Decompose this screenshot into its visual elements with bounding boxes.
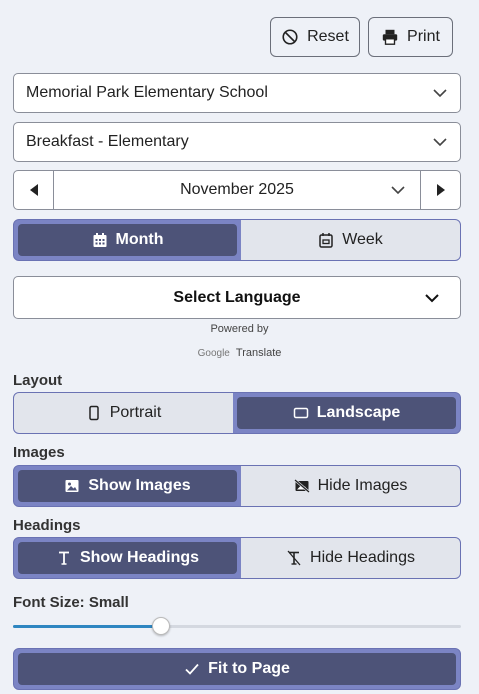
print-button[interactable]: Print <box>368 17 453 57</box>
fit-to-page-button[interactable]: Fit to Page <box>18 653 456 685</box>
chevron-down-icon <box>391 186 405 195</box>
reset-icon <box>282 29 298 45</box>
images-heading: Images <box>13 444 65 461</box>
layout-heading: Layout <box>13 372 63 389</box>
show-headings-label: Show Headings <box>79 549 200 566</box>
chevron-down-icon <box>433 89 447 98</box>
text-off-icon <box>287 550 301 566</box>
landscape-button[interactable]: Landscape <box>237 397 456 429</box>
chevron-down-icon <box>433 138 447 147</box>
fit-to-page-toggle: Fit to Page <box>13 648 461 690</box>
translate-text: Translate <box>235 347 282 359</box>
month-navigator: November 2025 <box>13 170 461 210</box>
font-size-label: Font Size: Small <box>13 594 129 611</box>
fit-to-page-label: Fit to Page <box>208 660 290 677</box>
layout-toggle: Portrait Landscape <box>13 392 461 434</box>
previous-month-button[interactable] <box>14 171 54 209</box>
menu-select-value: Breakfast - Elementary <box>26 133 189 150</box>
show-headings-button[interactable]: Show Headings <box>18 542 237 574</box>
headings-toggle: Show Headings Hide Headings <box>13 537 461 579</box>
hide-headings-button[interactable]: Hide Headings <box>241 538 460 578</box>
calendar-icon <box>93 233 106 247</box>
caret-right-icon <box>436 184 445 196</box>
reset-button[interactable]: Reset <box>270 17 360 57</box>
month-select[interactable]: November 2025 <box>54 171 420 209</box>
school-select[interactable]: Memorial Park Elementary School <box>13 73 461 113</box>
show-images-button[interactable]: Show Images <box>18 470 237 502</box>
powered-by-text: Powered by <box>210 323 269 335</box>
image-icon <box>65 480 79 492</box>
text-icon <box>58 551 69 565</box>
language-select[interactable]: Select Language <box>13 276 461 319</box>
next-month-button[interactable] <box>420 171 460 209</box>
portrait-icon <box>88 405 99 421</box>
month-view-label: Month <box>115 231 164 248</box>
font-size-slider[interactable] <box>13 617 461 635</box>
reset-label: Reset <box>307 28 349 45</box>
month-view-button[interactable]: Month <box>18 224 237 256</box>
hide-headings-label: Hide Headings <box>310 549 415 566</box>
hide-images-button[interactable]: Hide Images <box>241 466 460 506</box>
month-select-value: November 2025 <box>180 181 294 198</box>
landscape-label: Landscape <box>316 404 401 421</box>
check-icon <box>185 663 199 675</box>
printer-icon <box>382 29 398 45</box>
portrait-label: Portrait <box>109 404 162 421</box>
week-view-label: Week <box>342 231 383 248</box>
view-toggle: Month Week <box>13 219 461 261</box>
image-off-icon <box>293 479 310 493</box>
week-view-button[interactable]: Week <box>241 220 460 260</box>
headings-heading: Headings <box>13 517 81 534</box>
menu-select[interactable]: Breakfast - Elementary <box>13 122 461 162</box>
show-images-label: Show Images <box>88 477 191 494</box>
hide-images-label: Hide Images <box>317 477 408 494</box>
images-toggle: Show Images Hide Images <box>13 465 461 507</box>
google-logo: Google <box>197 348 230 359</box>
school-select-value: Memorial Park Elementary School <box>26 84 268 101</box>
caret-left-icon <box>29 184 38 196</box>
calendar-week-icon <box>319 233 333 248</box>
language-select-label: Select Language <box>173 288 301 306</box>
portrait-button[interactable]: Portrait <box>14 393 233 433</box>
font-size-slider-fill <box>13 625 161 628</box>
landscape-icon <box>293 407 308 419</box>
chevron-down-icon <box>425 293 439 302</box>
print-label: Print <box>407 28 440 45</box>
google-translate-link[interactable]: Google Translate <box>0 347 479 359</box>
font-size-slider-thumb[interactable] <box>151 617 170 635</box>
